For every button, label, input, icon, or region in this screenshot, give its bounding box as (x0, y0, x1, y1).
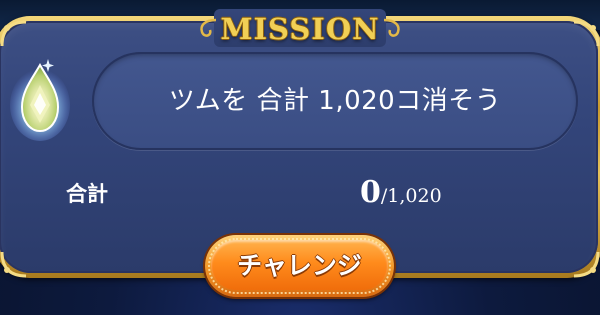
progress-goal: 1,020 (387, 185, 442, 207)
mission-screen: MISSION ツムを 合計 1,020コ消そう 合計 0/1,020 チャレン… (0, 0, 600, 315)
mission-title: MISSION (220, 12, 380, 46)
progress-counter: 0/1,020 (360, 176, 510, 210)
mission-description: ツムを 合計 1,020コ消そう (168, 86, 502, 116)
corner-ornament-icon (0, 20, 27, 47)
gem-icon (10, 55, 70, 141)
total-label: 合計 (66, 182, 108, 206)
corner-ornament-icon (0, 251, 27, 278)
corner-ornament-icon (573, 20, 600, 47)
challenge-button-label: チャレンジ (237, 251, 362, 280)
progress-current: 0 (360, 175, 381, 210)
corner-ornament-icon (573, 251, 600, 278)
challenge-button[interactable]: チャレンジ (205, 235, 394, 297)
